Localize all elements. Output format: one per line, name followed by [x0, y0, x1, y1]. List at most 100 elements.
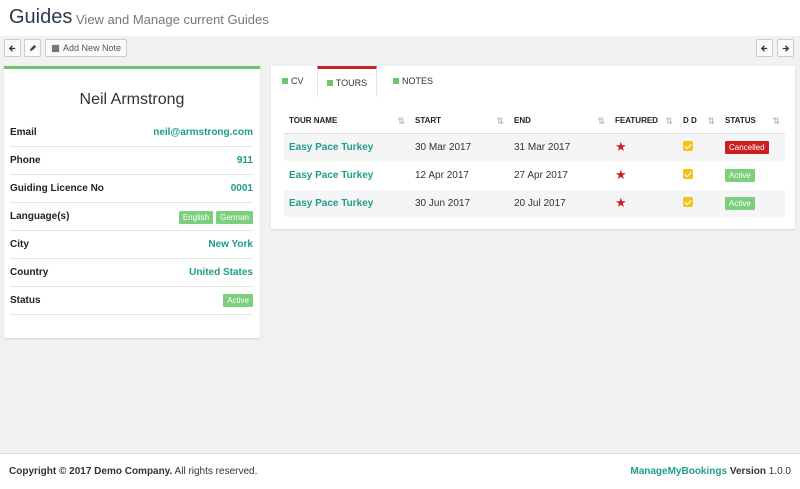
- star-icon: ★: [615, 195, 627, 210]
- column-header-label: STATUS: [725, 116, 756, 126]
- tab-label: CV: [291, 76, 304, 86]
- version-info: ManageMyBookings Version 1.0.0: [630, 466, 791, 477]
- add-new-note-label: Add New Note: [62, 43, 122, 53]
- column-header[interactable]: D D ⇅: [678, 109, 720, 134]
- tab-tours[interactable]: TOURS: [317, 66, 377, 97]
- phone-value: 911: [236, 155, 253, 166]
- status-cell: Active: [720, 189, 785, 218]
- field-label: Language(s): [10, 211, 70, 222]
- field-label: Guiding Licence No: [10, 183, 104, 194]
- arrow-right-icon: [782, 44, 790, 52]
- tab-bar: CV TOURS NOTES: [271, 66, 795, 97]
- city-value: New York: [208, 239, 253, 250]
- column-header[interactable]: END ⇅: [509, 109, 610, 134]
- tab-label: NOTES: [402, 76, 434, 86]
- field-country: Country United States: [10, 259, 253, 287]
- tab-notes[interactable]: NOTES: [393, 66, 433, 96]
- language-tag: German: [216, 211, 253, 224]
- note-icon: [51, 44, 60, 52]
- column-header[interactable]: START ⇅: [410, 109, 509, 134]
- start-date: 12 Apr 2017: [410, 161, 509, 190]
- copyright-bold: Copyright © 2017 Demo Company.: [9, 466, 173, 477]
- status-badge: Cancelled: [725, 140, 769, 154]
- language-tag: English: [178, 211, 214, 224]
- tour-name-link[interactable]: Easy Pace Turkey: [284, 133, 410, 162]
- status-badge: Active: [725, 168, 755, 182]
- dd-cell: [678, 161, 720, 190]
- field-label: Country: [10, 267, 49, 278]
- pencil-icon: [29, 44, 37, 51]
- next-button[interactable]: [777, 39, 794, 57]
- version-label: Version: [729, 466, 766, 477]
- field-label: Status: [10, 295, 41, 306]
- copyright-rest: All rights reserved.: [172, 466, 258, 477]
- tours-panel: CV TOURS NOTES TOUR NAME ⇅ START ⇅ END ⇅ FE…: [271, 66, 795, 229]
- dd-cell: [678, 133, 720, 162]
- square-icon: [326, 80, 333, 86]
- square-icon: [393, 78, 399, 84]
- tab-cv[interactable]: CV: [282, 66, 304, 96]
- field-city: City New York: [10, 231, 253, 259]
- start-date: 30 Mar 2017: [410, 133, 509, 162]
- checkbox-checked-icon: [683, 196, 693, 207]
- start-date: 30 Jun 2017: [410, 189, 509, 218]
- page-footer: Copyright © 2017 Demo Company. All right…: [0, 453, 800, 489]
- page-subtitle: View and Manage current Guides: [76, 12, 269, 27]
- email-link[interactable]: neil@armstrong.com: [153, 127, 253, 138]
- tour-name-link[interactable]: Easy Pace Turkey: [284, 189, 410, 218]
- toolbar: Add New Note: [0, 36, 800, 63]
- field-label: City: [10, 239, 29, 250]
- column-header[interactable]: FEATURED ⇅: [610, 109, 678, 134]
- guide-profile-card: Neil Armstrong Email neil@armstrong.com …: [4, 66, 260, 338]
- star-icon: ★: [615, 167, 627, 182]
- edit-button[interactable]: [24, 39, 41, 57]
- field-label: Email: [10, 127, 37, 138]
- sort-icon: ⇅: [707, 116, 715, 126]
- tour-name-link[interactable]: Easy Pace Turkey: [284, 161, 410, 190]
- page-header: Guides View and Manage current Guides: [0, 0, 800, 36]
- brand-link[interactable]: ManageMyBookings: [630, 466, 727, 477]
- arrow-left-icon: [8, 44, 16, 52]
- page-title: Guides: [9, 6, 73, 28]
- back-button[interactable]: [4, 39, 21, 57]
- status-cell: Active: [720, 161, 785, 190]
- featured-cell: ★: [610, 161, 678, 190]
- column-header[interactable]: TOUR NAME ⇅: [284, 109, 410, 134]
- guide-name: Neil Armstrong: [79, 91, 185, 108]
- field-licence: Guiding Licence No 0001: [10, 175, 253, 203]
- column-header-label: END: [514, 116, 531, 126]
- field-languages: Language(s) English German: [10, 203, 253, 231]
- status-cell: Cancelled: [720, 133, 785, 162]
- table-row: Easy Pace Turkey 30 Jun 2017 20 Jul 2017…: [284, 189, 785, 218]
- end-date: 27 Apr 2017: [509, 161, 610, 190]
- sort-icon: ⇅: [597, 116, 605, 126]
- column-header[interactable]: STATUS ⇅: [720, 109, 785, 134]
- tours-table: TOUR NAME ⇅ START ⇅ END ⇅ FEATURED ⇅ D D ⇅ ST…: [284, 109, 785, 218]
- copyright: Copyright © 2017 Demo Company. All right…: [9, 466, 257, 477]
- sort-icon: ⇅: [665, 116, 673, 126]
- languages-tags: English German: [176, 209, 253, 224]
- sort-icon: ⇅: [397, 116, 405, 126]
- prev-button[interactable]: [756, 39, 773, 57]
- add-new-note-button[interactable]: Add New Note: [45, 39, 127, 57]
- status-badge: Active: [223, 294, 253, 307]
- featured-cell: ★: [610, 189, 678, 218]
- featured-cell: ★: [610, 133, 678, 162]
- checkbox-checked-icon: [683, 168, 693, 179]
- table-header-row: TOUR NAME ⇅ START ⇅ END ⇅ FEATURED ⇅ D D ⇅ ST…: [284, 109, 785, 134]
- arrow-left-icon: [760, 44, 768, 52]
- table-row: Easy Pace Turkey 30 Mar 2017 31 Mar 2017…: [284, 133, 785, 162]
- field-email: Email neil@armstrong.com: [10, 119, 253, 147]
- status-badge: Active: [725, 196, 755, 210]
- tab-label: TOURS: [335, 78, 368, 88]
- field-phone: Phone 911: [10, 147, 253, 175]
- dd-cell: [678, 189, 720, 218]
- star-icon: ★: [615, 139, 627, 154]
- sort-icon: ⇅: [496, 116, 504, 126]
- square-icon: [282, 78, 288, 84]
- column-header-label: FEATURED: [615, 116, 658, 126]
- table-row: Easy Pace Turkey 12 Apr 2017 27 Apr 2017…: [284, 161, 785, 190]
- checkbox-checked-icon: [683, 140, 693, 151]
- end-date: 20 Jul 2017: [509, 189, 610, 218]
- sort-icon: ⇅: [772, 116, 780, 126]
